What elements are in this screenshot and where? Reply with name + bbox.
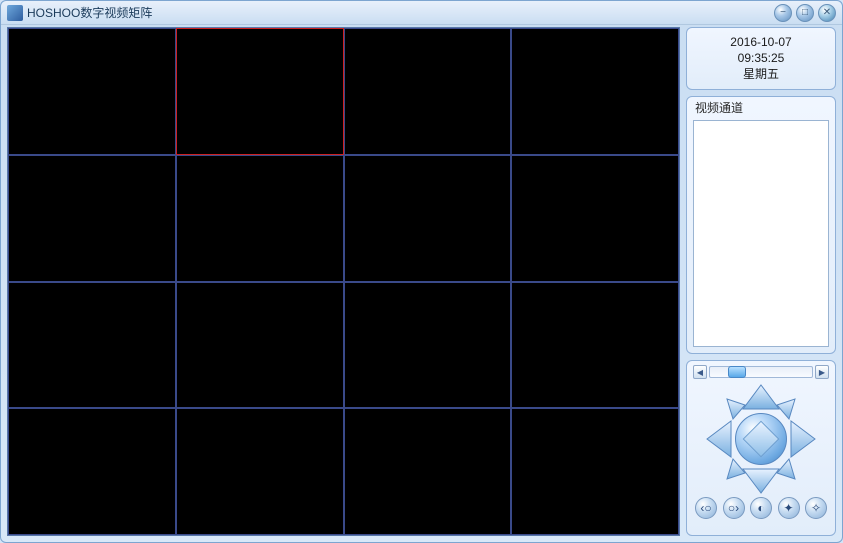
ptz-upright-icon[interactable]: [777, 399, 795, 419]
maximize-button[interactable]: □: [796, 4, 814, 22]
video-cell[interactable]: [8, 408, 176, 535]
ptz-speed-slider: ◀ ▶: [693, 365, 829, 379]
video-cell[interactable]: [344, 155, 512, 282]
iris-open-button[interactable]: ✦: [778, 497, 800, 519]
video-cell[interactable]: [176, 28, 344, 155]
video-cell[interactable]: [8, 282, 176, 409]
window-controls: − □ ✕: [774, 4, 836, 22]
video-cell[interactable]: [511, 408, 679, 535]
ptz-right-icon[interactable]: [791, 421, 815, 457]
ptz-downleft-icon[interactable]: [727, 459, 745, 479]
ptz-left-icon[interactable]: [707, 421, 731, 457]
ptz-panel: ◀ ▶: [686, 360, 836, 536]
video-cell[interactable]: [344, 282, 512, 409]
channel-list[interactable]: [693, 120, 829, 347]
slider-thumb[interactable]: [728, 366, 746, 378]
window-title: HOSHOO数字视频矩阵: [27, 4, 774, 21]
ptz-up-icon[interactable]: [743, 385, 779, 409]
focus-button[interactable]: ◐: [750, 497, 772, 519]
video-cell[interactable]: [511, 155, 679, 282]
video-grid[interactable]: [7, 27, 680, 536]
iris-close-button[interactable]: ✧: [805, 497, 827, 519]
diamond-icon: [743, 421, 780, 458]
app-icon: [7, 5, 23, 21]
video-cell[interactable]: [176, 155, 344, 282]
video-cell[interactable]: [344, 408, 512, 535]
ptz-upleft-icon[interactable]: [727, 399, 745, 419]
channel-panel: 视频通道: [686, 96, 836, 354]
ptz-center-button[interactable]: [735, 413, 787, 465]
sidebar: 2016-10-07 09:35:25 星期五 视频通道 ◀ ▶: [686, 27, 836, 536]
window-body: 2016-10-07 09:35:25 星期五 视频通道 ◀ ▶: [1, 25, 842, 542]
minimize-button[interactable]: −: [774, 4, 792, 22]
ptz-down-icon[interactable]: [743, 469, 779, 493]
video-cell[interactable]: [511, 28, 679, 155]
titlebar[interactable]: HOSHOO数字视频矩阵 − □ ✕: [1, 1, 842, 25]
video-cell[interactable]: [8, 28, 176, 155]
video-cell[interactable]: [511, 282, 679, 409]
datetime-panel: 2016-10-07 09:35:25 星期五: [686, 27, 836, 90]
date-text: 2016-10-07: [691, 34, 831, 50]
video-cell[interactable]: [176, 282, 344, 409]
zoom-in-button[interactable]: ○›: [723, 497, 745, 519]
time-text: 09:35:25: [691, 50, 831, 66]
video-cell[interactable]: [344, 28, 512, 155]
video-cell[interactable]: [8, 155, 176, 282]
video-cell[interactable]: [176, 408, 344, 535]
slider-left-button[interactable]: ◀: [693, 365, 707, 379]
zoom-out-button[interactable]: ‹○: [695, 497, 717, 519]
ptz-downright-icon[interactable]: [777, 459, 795, 479]
slider-track[interactable]: [709, 366, 813, 378]
slider-right-button[interactable]: ▶: [815, 365, 829, 379]
app-window: HOSHOO数字视频矩阵 − □ ✕ 2016-10-07 09:35:25 星…: [0, 0, 843, 543]
close-button[interactable]: ✕: [818, 4, 836, 22]
ptz-control-row: ‹○ ○› ◐ ✦ ✧: [693, 497, 829, 519]
weekday-text: 星期五: [691, 66, 831, 82]
ptz-direction-pad: [701, 383, 821, 495]
channel-panel-title: 视频通道: [687, 97, 835, 118]
